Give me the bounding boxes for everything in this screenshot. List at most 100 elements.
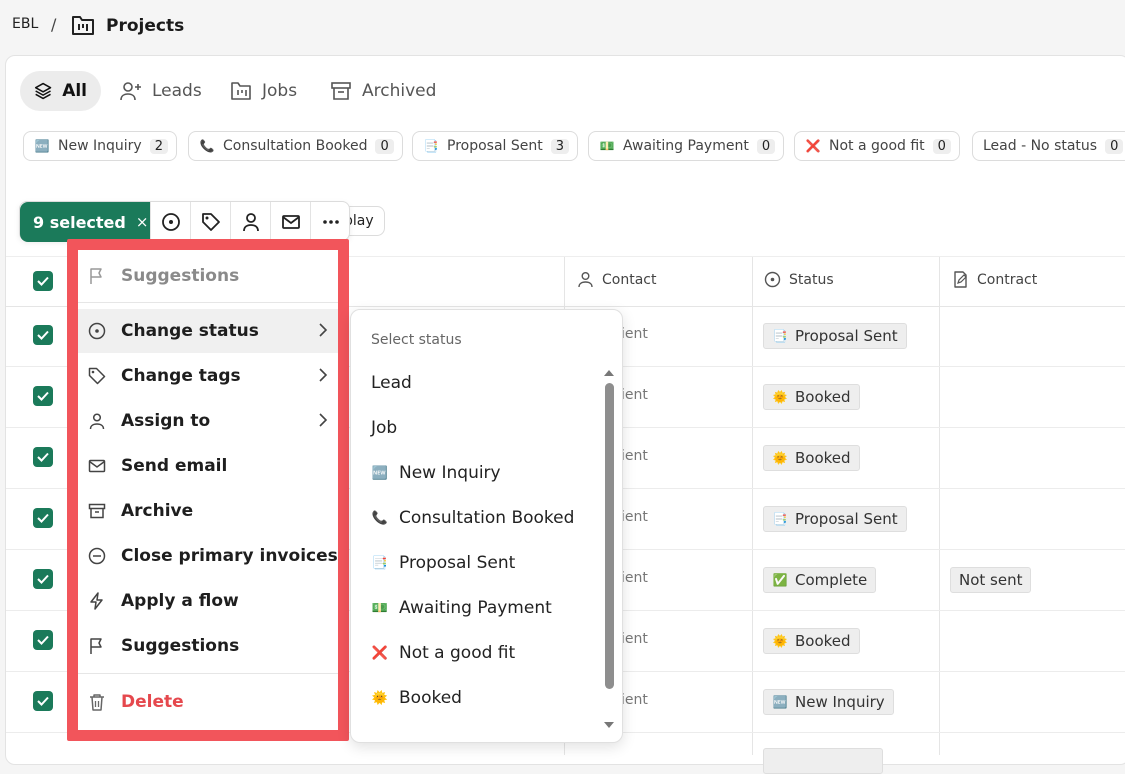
- row-checkbox[interactable]: [33, 325, 53, 345]
- status-tag[interactable]: 🌞 Booked: [763, 384, 860, 410]
- check-icon: [37, 452, 49, 462]
- column-divider: [752, 257, 753, 755]
- status-tag-label: Proposal Sent: [795, 510, 898, 528]
- column-header-contract[interactable]: Contract: [952, 271, 1037, 288]
- chip-lead-no-status[interactable]: Lead - No status 0: [972, 131, 1125, 161]
- phone-icon: 📞: [371, 510, 389, 526]
- document-icon: 📑: [772, 512, 788, 526]
- row-checkbox[interactable]: [33, 508, 53, 528]
- status-tag-label: Booked: [795, 449, 851, 467]
- row-checkbox[interactable]: [33, 630, 53, 650]
- page-title: Projects: [106, 16, 185, 36]
- status-option-label: Proposal Sent: [399, 553, 516, 573]
- money-icon: 💵: [599, 139, 615, 153]
- column-header-label: Contract: [977, 271, 1038, 288]
- more-icon: [322, 220, 339, 224]
- status-option-job[interactable]: Job: [371, 418, 397, 438]
- tab-jobs[interactable]: Jobs: [230, 71, 297, 111]
- status-option-label: Booked: [399, 688, 462, 708]
- archive-icon: [331, 82, 351, 100]
- chip-count: 2: [149, 138, 168, 154]
- breadcrumb-root[interactable]: EBL: [12, 16, 38, 32]
- chip-awaiting-payment[interactable]: 💵 Awaiting Payment 0: [588, 131, 785, 161]
- scrollbar-thumb[interactable]: [605, 383, 614, 689]
- check-icon: [37, 513, 49, 523]
- row-checkbox[interactable]: [33, 386, 53, 406]
- status-action-button[interactable]: [150, 202, 190, 242]
- status-option-label: Awaiting Payment: [399, 598, 552, 618]
- column-header-status[interactable]: Status: [764, 271, 834, 288]
- chip-proposal-sent[interactable]: 📑 Proposal Sent 3: [412, 131, 579, 161]
- status-option-label: Consultation Booked: [399, 508, 575, 528]
- chip-label: Lead - No status: [983, 138, 1098, 154]
- contact-cell: ient: [621, 326, 648, 342]
- contract-tag-label: Not sent: [959, 571, 1023, 589]
- status-circle-icon: [161, 213, 180, 231]
- row-checkbox[interactable]: [33, 447, 53, 467]
- status-option-proposal-sent[interactable]: 📑 Proposal Sent: [371, 553, 515, 573]
- status-tag[interactable]: ✅ Complete: [763, 567, 877, 593]
- row-checkbox[interactable]: [33, 691, 53, 711]
- contract-tag[interactable]: Not sent: [950, 567, 1032, 593]
- status-option-label: Not a good fit: [399, 643, 516, 663]
- chip-count: 0: [756, 138, 776, 154]
- status-option-new-inquiry[interactable]: 🆕 New Inquiry: [371, 463, 501, 483]
- contact-cell: ient: [621, 448, 648, 464]
- status-option-not-a-good-fit[interactable]: ❌ Not a good fit: [371, 643, 515, 663]
- status-tag: [763, 748, 883, 774]
- clear-selection-icon[interactable]: ×: [136, 213, 149, 231]
- check-icon: [37, 635, 49, 645]
- chip-label: Awaiting Payment: [623, 138, 749, 154]
- top-bar: EBL / Projects: [0, 0, 1125, 54]
- email-action-button[interactable]: [270, 202, 310, 242]
- check-icon: [37, 574, 49, 584]
- chip-count: 3: [550, 138, 570, 154]
- submenu-heading: Select status: [371, 332, 462, 348]
- row-checkbox[interactable]: [33, 569, 53, 589]
- status-tag-label: Complete: [795, 571, 868, 589]
- tab-archived[interactable]: Archived: [330, 71, 436, 111]
- chip-count: 0: [375, 138, 394, 154]
- chip-label: Consultation Booked: [223, 138, 368, 154]
- sun-icon: 🌞: [772, 634, 788, 648]
- sun-icon: 🌞: [371, 690, 389, 706]
- status-circle-icon: [764, 271, 781, 288]
- status-option-booked[interactable]: 🌞 Booked: [371, 688, 462, 708]
- status-option-consultation-booked[interactable]: 📞 Consultation Booked: [371, 508, 575, 528]
- contact-cell: ient: [621, 509, 648, 525]
- column-header-contact[interactable]: Contact: [577, 271, 656, 288]
- select-all-checkbox[interactable]: [33, 271, 53, 291]
- selected-count-pill[interactable]: 9 selected ×: [20, 202, 151, 242]
- document-icon: 📑: [772, 329, 788, 343]
- mail-icon: [281, 215, 300, 229]
- status-tag[interactable]: 📑 Proposal Sent: [763, 323, 907, 349]
- status-tag[interactable]: 🆕 New Inquiry: [763, 689, 894, 715]
- chip-label: New Inquiry: [58, 138, 142, 154]
- contact-cell: ient: [621, 387, 648, 403]
- assign-action-button[interactable]: [230, 202, 270, 242]
- new-icon: 🆕: [371, 465, 389, 481]
- more-actions-button[interactable]: [310, 202, 350, 242]
- selection-toolbar: 9 selected ×: [19, 201, 350, 242]
- status-tag-label: Proposal Sent: [795, 327, 898, 345]
- user-icon: [242, 213, 259, 232]
- chip-new-inquiry[interactable]: 🆕 New Inquiry 2: [23, 131, 177, 161]
- chip-label: Not a good fit: [829, 138, 925, 154]
- kanban-icon: [231, 82, 251, 100]
- status-tag[interactable]: 🌞 Booked: [763, 628, 860, 654]
- chip-consultation-booked[interactable]: 📞 Consultation Booked 0: [188, 131, 403, 161]
- status-tag[interactable]: 🌞 Booked: [763, 445, 860, 471]
- tab-leads[interactable]: Leads: [120, 71, 202, 111]
- new-icon: 🆕: [772, 695, 788, 709]
- status-option-lead[interactable]: Lead: [371, 373, 412, 393]
- cross-icon: ❌: [371, 645, 389, 661]
- contact-cell: ient: [621, 570, 648, 586]
- tab-all[interactable]: All: [20, 71, 101, 111]
- status-option-awaiting-payment[interactable]: 💵 Awaiting Payment: [371, 598, 552, 618]
- user-icon: [578, 272, 593, 288]
- tag-action-button[interactable]: [190, 202, 230, 242]
- cross-icon: ❌: [805, 139, 821, 153]
- projects-icon: [71, 14, 95, 36]
- chip-not-a-good-fit[interactable]: ❌ Not a good fit 0: [794, 131, 960, 161]
- status-tag[interactable]: 📑 Proposal Sent: [763, 506, 907, 532]
